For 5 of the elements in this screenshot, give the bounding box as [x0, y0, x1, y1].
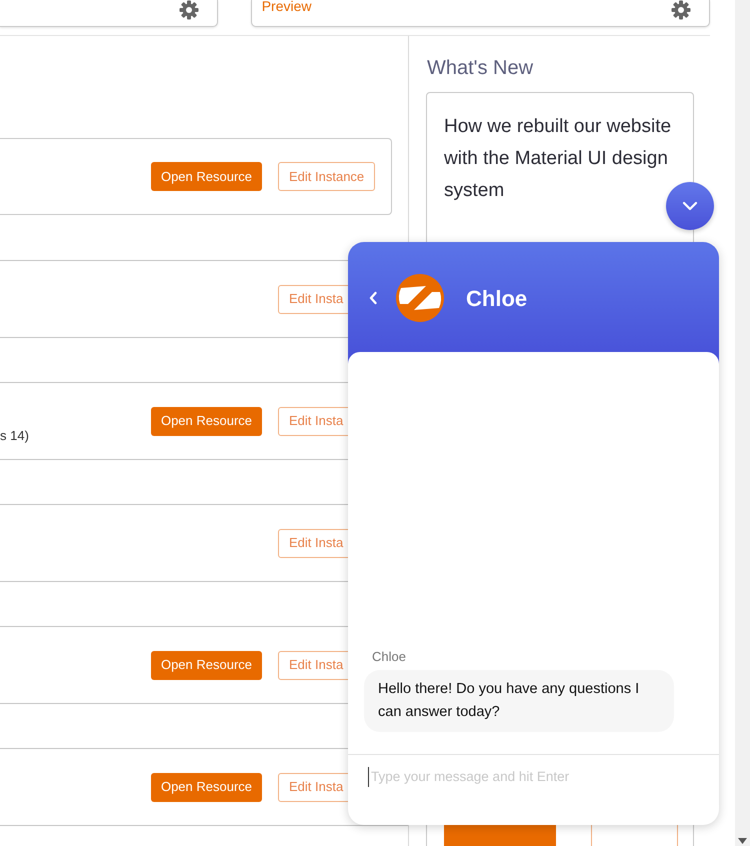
agent-name: Chloe — [466, 284, 528, 312]
resource-text: s 14) — [0, 427, 29, 445]
sender-name: Chloe — [372, 648, 407, 666]
section-heading: What's New — [427, 56, 534, 80]
message-bubble: Hello there! Do you have any questions I can answer today? — [364, 670, 674, 732]
